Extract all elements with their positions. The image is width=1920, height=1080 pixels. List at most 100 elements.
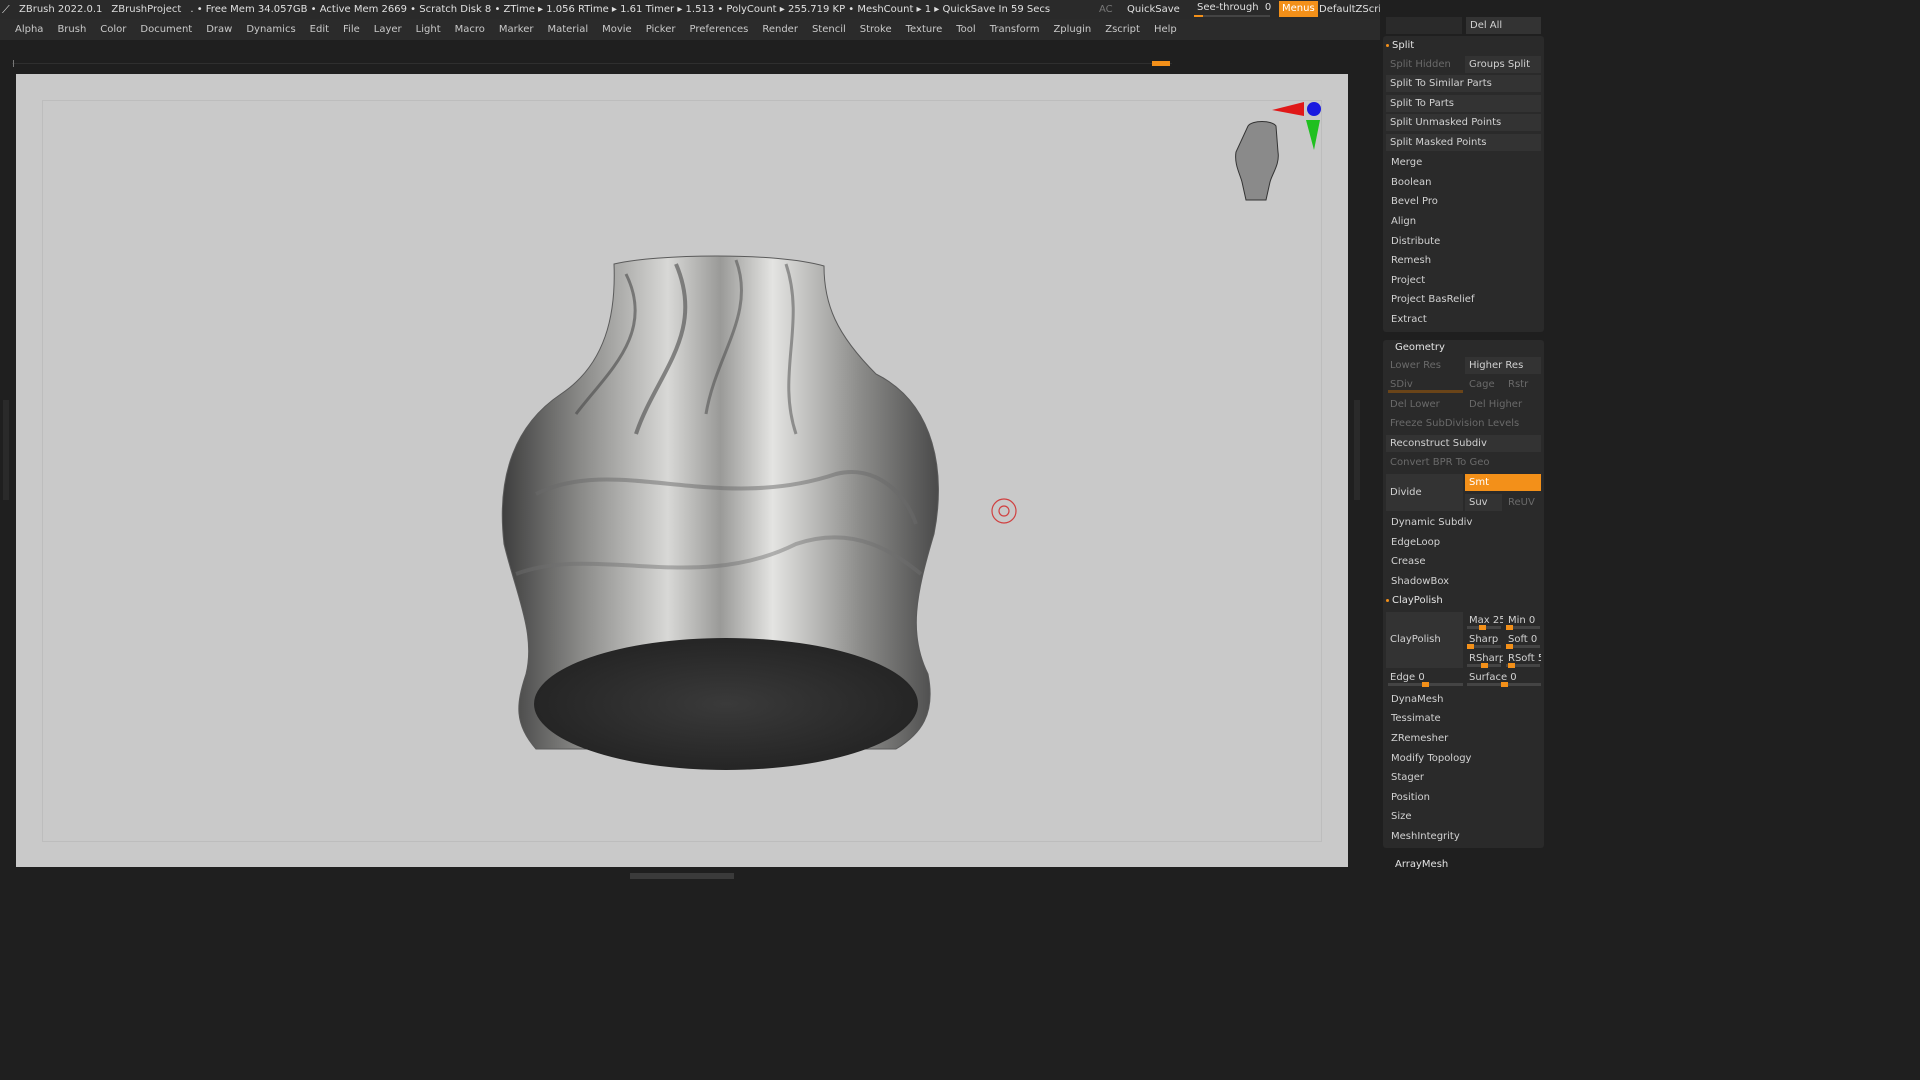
menu-light[interactable]: Light [416, 24, 441, 35]
distribute-button[interactable]: Distribute [1387, 233, 1537, 250]
groups-split-button[interactable]: Groups Split [1465, 56, 1541, 73]
extract-button[interactable]: Extract [1387, 311, 1537, 328]
right-tray-handle[interactable] [1354, 400, 1360, 500]
geometry-header[interactable]: Geometry [1395, 342, 1445, 353]
menu-stroke[interactable]: Stroke [860, 24, 892, 35]
menu-picker[interactable]: Picker [646, 24, 676, 35]
document-canvas[interactable] [16, 74, 1348, 867]
align-button[interactable]: Align [1387, 213, 1537, 230]
del-higher-button[interactable]: Del Higher [1465, 396, 1541, 413]
expand-dot-icon [1386, 598, 1389, 602]
menu-zscript[interactable]: Zscript [1105, 24, 1140, 35]
menu-tool[interactable]: Tool [956, 24, 975, 35]
split-to-parts-button[interactable]: Split To Parts [1386, 95, 1541, 112]
head-orientation-icon[interactable] [1235, 121, 1279, 201]
menu-file[interactable]: File [343, 24, 360, 35]
menu-draw[interactable]: Draw [206, 24, 232, 35]
meshintegrity-button[interactable]: MeshIntegrity [1387, 828, 1537, 845]
menu-zplugin[interactable]: Zplugin [1053, 24, 1091, 35]
menus-toggle-button[interactable]: Menus [1279, 1, 1318, 17]
brush-cursor [991, 498, 1017, 524]
menu-stencil[interactable]: Stencil [812, 24, 846, 35]
zremesher-button[interactable]: ZRemesher [1387, 730, 1537, 747]
divide-button[interactable]: Divide [1386, 474, 1463, 511]
see-through-fill [1194, 15, 1203, 17]
split-header-label: Split [1392, 40, 1415, 51]
ac-indicator[interactable]: AC [1099, 0, 1113, 19]
suv-toggle[interactable]: Suv [1465, 494, 1502, 511]
menu-color[interactable]: Color [100, 24, 126, 35]
x-axis-arrow-icon[interactable] [1272, 102, 1304, 116]
split-similar-parts-button[interactable]: Split To Similar Parts [1386, 75, 1541, 92]
see-through-label: See-through [1197, 2, 1259, 13]
menu-preferences[interactable]: Preferences [690, 24, 749, 35]
del-lower-button[interactable]: Del Lower [1386, 396, 1463, 413]
claypolish-button[interactable]: ClayPolish [1386, 612, 1463, 668]
menu-transform[interactable]: Transform [990, 24, 1040, 35]
boolean-button[interactable]: Boolean [1387, 174, 1537, 191]
size-button[interactable]: Size [1387, 808, 1537, 825]
menu-layer[interactable]: Layer [374, 24, 402, 35]
split-unmasked-button[interactable]: Split Unmasked Points [1386, 114, 1541, 131]
menu-dynamics[interactable]: Dynamics [246, 24, 295, 35]
project-button[interactable]: Project [1387, 272, 1537, 289]
zbrush-logo-icon: ⟋ [2, 2, 10, 16]
del-all-button[interactable]: Del All [1466, 17, 1541, 34]
see-through-value: 0 [1264, 2, 1272, 13]
menu-brush[interactable]: Brush [57, 24, 86, 35]
menu-edit[interactable]: Edit [310, 24, 329, 35]
timeline-track[interactable] [12, 60, 1172, 67]
arraymesh-header[interactable]: ArrayMesh [1395, 859, 1448, 870]
split-masked-button[interactable]: Split Masked Points [1386, 134, 1541, 151]
convert-bpr-button[interactable]: Convert BPR To Geo [1386, 454, 1541, 471]
sculpt-mesh[interactable] [501, 255, 939, 770]
cage-button[interactable]: Cage [1465, 376, 1502, 393]
reconstruct-subdiv-button[interactable]: Reconstruct Subdiv [1386, 435, 1541, 452]
canvas-scene [501, 102, 1321, 770]
project-name: ZBrushProject [111, 4, 182, 15]
subtool-spacer [1386, 17, 1462, 34]
dynamic-subdiv-button[interactable]: Dynamic Subdiv [1387, 514, 1537, 531]
split-hidden-button[interactable]: Split Hidden [1386, 56, 1463, 73]
higher-res-button[interactable]: Higher Res [1465, 357, 1541, 374]
edgeloop-button[interactable]: EdgeLoop [1387, 534, 1537, 551]
menu-document[interactable]: Document [140, 24, 192, 35]
split-header[interactable]: Split [1386, 40, 1414, 51]
main-menu-bar: Alpha Brush Color Document Draw Dynamics… [0, 19, 1380, 40]
navigation-gizmo[interactable] [1235, 102, 1321, 201]
left-tray-handle[interactable] [3, 400, 9, 500]
tool-palette: Del All Split Split Hidden Groups Split … [1380, 0, 1568, 882]
reuv-toggle[interactable]: ReUV [1504, 494, 1541, 511]
stager-button[interactable]: Stager [1387, 769, 1537, 786]
timeline-marker[interactable] [1152, 61, 1170, 66]
shadowbox-button[interactable]: ShadowBox [1387, 573, 1537, 590]
project-basrelief-button[interactable]: Project BasRelief [1387, 291, 1537, 308]
app-title: ZBrush 2022.0.1 [19, 4, 103, 15]
lower-res-button[interactable]: Lower Res [1386, 357, 1463, 374]
menu-movie[interactable]: Movie [602, 24, 632, 35]
menu-render[interactable]: Render [762, 24, 798, 35]
menu-macro[interactable]: Macro [455, 24, 485, 35]
y-axis-arrow-icon[interactable] [1306, 120, 1320, 150]
menu-marker[interactable]: Marker [499, 24, 534, 35]
bottom-tray-handle[interactable] [630, 873, 734, 879]
quicksave-button[interactable]: QuickSave [1127, 0, 1180, 19]
smt-toggle[interactable]: Smt [1465, 474, 1541, 491]
menu-help[interactable]: Help [1154, 24, 1177, 35]
freeze-subdivision-button[interactable]: Freeze SubDivision Levels [1386, 415, 1541, 432]
claypolish-header[interactable]: ClayPolish [1386, 595, 1443, 606]
position-button[interactable]: Position [1387, 789, 1537, 806]
memory-stats: . • Free Mem 34.057GB • Active Mem 2669 … [190, 4, 1051, 15]
crease-button[interactable]: Crease [1387, 553, 1537, 570]
menu-material[interactable]: Material [547, 24, 588, 35]
menu-alpha[interactable]: Alpha [15, 24, 43, 35]
dynamesh-button[interactable]: DynaMesh [1387, 691, 1537, 708]
menu-texture[interactable]: Texture [906, 24, 943, 35]
merge-button[interactable]: Merge [1387, 154, 1537, 171]
modify-topology-button[interactable]: Modify Topology [1387, 750, 1537, 767]
bevel-pro-button[interactable]: Bevel Pro [1387, 193, 1537, 210]
rstr-button[interactable]: Rstr [1504, 376, 1541, 393]
remesh-button[interactable]: Remesh [1387, 252, 1537, 269]
z-axis-dot-icon[interactable] [1307, 102, 1321, 116]
tessimate-button[interactable]: Tessimate [1387, 710, 1537, 727]
